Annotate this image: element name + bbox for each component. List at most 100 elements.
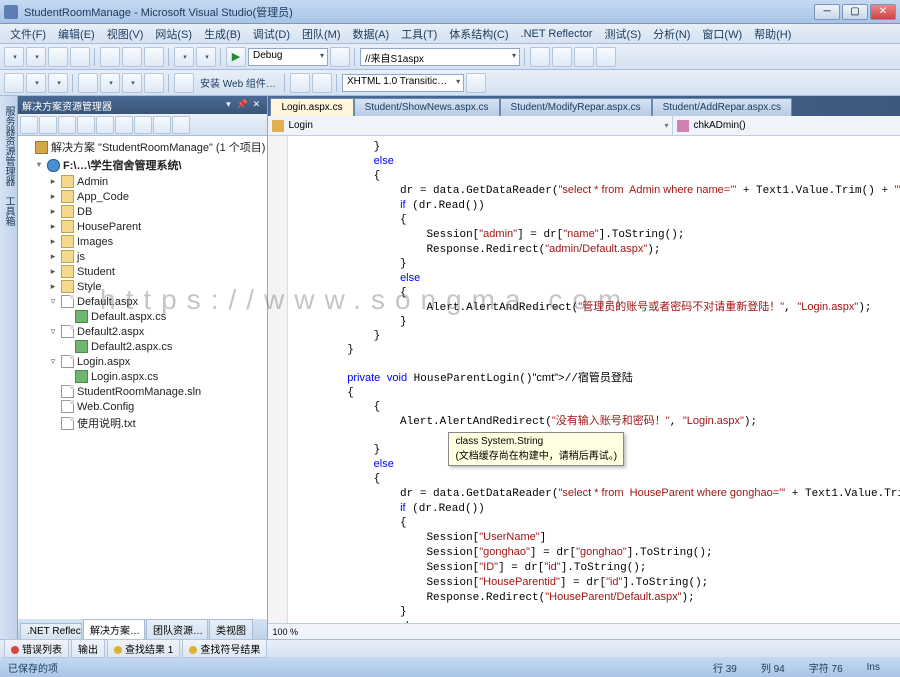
tb2-j[interactable] [312,73,332,93]
stop-button[interactable] [330,47,350,67]
pane-dropdown-icon[interactable]: ▾ [221,98,235,112]
menu-site[interactable]: 网站(S) [149,24,198,44]
tb2-g[interactable] [144,73,164,93]
tab-addrepar[interactable]: Student/AddRepar.aspx.cs [652,98,792,116]
menu-help[interactable]: 帮助(H) [748,24,797,44]
tb2-i[interactable] [290,73,310,93]
btab-classview[interactable]: 类视图 [209,619,253,639]
tab-login[interactable]: Login.aspx.cs [270,98,353,116]
menu-view[interactable]: 视图(V) [101,24,150,44]
pane-pin-icon[interactable]: 📌 [235,98,249,112]
run-button[interactable]: ▶ [226,47,246,67]
menu-debug[interactable]: 调试(D) [247,24,296,44]
tree-file-sln[interactable]: StudentRoomManage.sln [20,384,265,399]
find-symbol-tab[interactable]: 查找符号结果 [182,639,267,658]
tb2-d[interactable] [78,73,98,93]
separator [220,48,222,66]
sol-tb-2[interactable] [39,116,57,134]
code-editor[interactable]: } else { dr = data.GetDataReader("select… [268,136,900,623]
menu-window[interactable]: 窗口(W) [696,24,748,44]
tree-folder-appcode[interactable]: ▸App_Code [20,189,265,204]
tree-folder-student[interactable]: ▸Student [20,264,265,279]
toolbox-tab[interactable]: 工具箱 [0,192,17,230]
paste-button[interactable] [144,47,164,67]
tree-file-login[interactable]: ▿Login.aspx [20,354,265,369]
sol-tb-refresh[interactable] [58,116,76,134]
code-text[interactable]: } else { dr = data.GetDataReader("select… [288,136,900,623]
menu-team[interactable]: 团队(M) [296,24,347,44]
doctype-combo[interactable]: XHTML 1.0 Transitic… [342,74,464,92]
tree-solution[interactable]: 解决方案 "StudentRoomManage" (1 个项目) [20,138,265,156]
tb-extra4[interactable] [596,47,616,67]
sol-tb-5[interactable] [96,116,114,134]
sol-tb-9[interactable] [172,116,190,134]
tree-folder-db[interactable]: ▸DB [20,204,265,219]
tb-extra1[interactable] [530,47,550,67]
tree-folder-houseparent[interactable]: ▸HouseParent [20,219,265,234]
pane-close-icon[interactable]: ✕ [249,98,263,112]
error-list-tab[interactable]: 错误列表 [4,639,69,658]
tree-file-default2[interactable]: ▿Default2.aspx [20,324,265,339]
find1-tab[interactable]: 查找结果 1 [107,639,180,658]
output-tab[interactable]: 输出 [71,639,105,658]
menu-analyze[interactable]: 分析(N) [647,24,696,44]
tb2-a[interactable] [4,73,24,93]
menu-build[interactable]: 生成(B) [198,24,247,44]
tb2-f[interactable] [122,73,142,93]
tb2-b[interactable] [26,73,46,93]
menu-data[interactable]: 数据(A) [347,24,396,44]
tree-file-default2-cs[interactable]: Default2.aspx.cs [20,339,265,354]
tab-modifyrepar[interactable]: Student/ModifyRepar.aspx.cs [500,98,652,116]
left-tool-strip: 服务器资源管理器 工具箱 [0,96,18,639]
tb2-h[interactable] [174,73,194,93]
menu-edit[interactable]: 编辑(E) [52,24,101,44]
sol-tb-6[interactable] [115,116,133,134]
config-combo[interactable]: Debug [248,48,328,66]
tree-folder-images[interactable]: ▸Images [20,234,265,249]
tb-extra2[interactable] [552,47,572,67]
undo-button[interactable] [174,47,194,67]
tree-project[interactable]: ▿F:\…\学生宿舍管理系统\ [20,156,265,174]
sol-tb-1[interactable] [20,116,38,134]
tb-extra3[interactable] [574,47,594,67]
tree-file-default-cs[interactable]: Default.aspx.cs [20,309,265,324]
menu-file[interactable]: 文件(F) [4,24,52,44]
menu-test[interactable]: 测试(S) [598,24,647,44]
tree-file-login-cs[interactable]: Login.aspx.cs [20,369,265,384]
btab-solution[interactable]: 解决方案… [83,619,145,639]
sol-tb-8[interactable] [153,116,171,134]
copy-button[interactable] [122,47,142,67]
tb2-e[interactable] [100,73,120,93]
save-all-button[interactable] [70,47,90,67]
tree-file-default[interactable]: ▿Default.aspx [20,294,265,309]
maximize-button[interactable]: ▢ [842,4,868,20]
btab-reflector[interactable]: .NET Reflect… [20,623,82,639]
close-button[interactable]: ✕ [870,4,896,20]
tb2-k[interactable] [466,73,486,93]
menu-arch[interactable]: 体系结构(C) [443,24,514,44]
sol-tb-4[interactable] [77,116,95,134]
sol-tb-7[interactable] [134,116,152,134]
server-explorer-tab[interactable]: 服务器资源管理器 [0,102,17,190]
btab-team[interactable]: 团队资源… [146,619,208,639]
nav-type-combo[interactable]: Login [268,116,673,135]
nav-member-combo[interactable]: chkADmin() [673,116,900,135]
tree-folder-js[interactable]: ▸js [20,249,265,264]
save-button[interactable] [48,47,68,67]
tree-folder-style[interactable]: ▸Style [20,279,265,294]
tree-folder-admin[interactable]: ▸Admin [20,174,265,189]
minimize-button[interactable]: ─ [814,4,840,20]
tab-shownews[interactable]: Student/ShowNews.aspx.cs [354,98,500,116]
open-button[interactable] [26,47,46,67]
menu-reflector[interactable]: .NET Reflector [515,26,599,42]
find-combo[interactable]: //来自S1aspx [360,48,520,66]
cut-button[interactable] [100,47,120,67]
new-button[interactable] [4,47,24,67]
tree-file-webconfig[interactable]: Web.Config [20,399,265,414]
zoom-combo[interactable]: 100 % [272,627,298,637]
install-web-link[interactable]: 安装 Web 组件… [200,75,276,90]
menu-tools[interactable]: 工具(T) [395,24,443,44]
redo-button[interactable] [196,47,216,67]
tree-file-readme[interactable]: 使用说明.txt [20,414,265,432]
tb2-c[interactable] [48,73,68,93]
